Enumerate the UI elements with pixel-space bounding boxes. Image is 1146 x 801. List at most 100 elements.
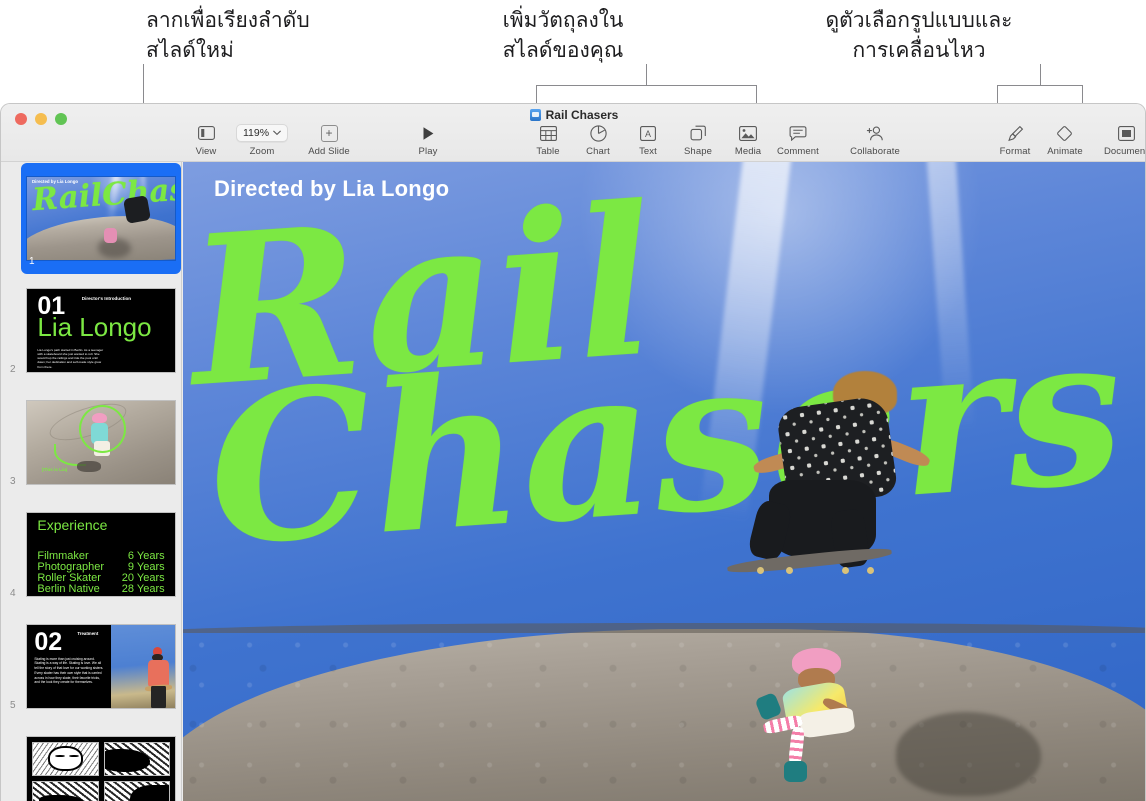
callout-leader-1 bbox=[143, 64, 144, 108]
current-slide[interactable]: Rail Chasers Directed by Lia Longo bbox=[183, 162, 1145, 801]
slide5-shirt bbox=[147, 660, 170, 688]
paintbrush-icon bbox=[1007, 122, 1024, 144]
slide4-row-value: 28 Years bbox=[121, 582, 165, 595]
add-slide-button[interactable]: + Add Slide bbox=[293, 122, 365, 157]
chevron-down-icon bbox=[273, 130, 281, 136]
toolbar-collaborate-group: Collaborate bbox=[839, 122, 911, 157]
slide5-photo bbox=[111, 625, 175, 708]
insert-chart-button[interactable]: Chart bbox=[573, 122, 623, 157]
list-item[interactable]: 02 Treatment Skating is more than just c… bbox=[27, 625, 175, 708]
play-button[interactable]: Play bbox=[403, 122, 453, 157]
insert-shape-button[interactable]: Shape bbox=[673, 122, 723, 157]
slide2-name: Lia Longo bbox=[37, 311, 152, 342]
list-item[interactable]: Experience Filmmaker 6 Years Photographe… bbox=[27, 513, 175, 596]
insert-comment-button[interactable]: Comment bbox=[773, 122, 823, 157]
slide5-pants bbox=[151, 685, 166, 708]
callout-format-animate: ดูตัวเลือกรูปแบบและ การเคลื่อนไหว bbox=[825, 9, 1013, 62]
slide2-body: Lia Longo's path started in Berlin. As a… bbox=[37, 347, 104, 369]
callout-leader-2 bbox=[646, 64, 647, 85]
callout-reorder-slides: ลากเพื่อเรียงลำดับ สไลด์ใหม่ bbox=[146, 9, 310, 62]
document-button[interactable]: Document bbox=[1090, 122, 1146, 157]
photo-icon bbox=[739, 122, 757, 144]
insert-media-button[interactable]: Media bbox=[723, 122, 773, 157]
comic-panel bbox=[103, 742, 170, 776]
comic-panel bbox=[32, 742, 99, 776]
insert-chart-label: Chart bbox=[586, 146, 610, 157]
svg-text:A: A bbox=[645, 129, 651, 139]
insert-comment-label: Comment bbox=[777, 146, 819, 157]
document-label: Document bbox=[1103, 146, 1146, 157]
shapes-overlap-icon bbox=[690, 122, 707, 144]
zoom-select[interactable]: 119% bbox=[235, 124, 289, 142]
slide-navigator[interactable]: RailChasers Directed by Lia Longo 1 01 D… bbox=[1, 162, 182, 801]
slide4-row-label: Berlin Native bbox=[37, 582, 100, 595]
document-title: Rail Chasers bbox=[1, 108, 1145, 122]
slide4-title: Experience bbox=[37, 517, 108, 534]
slide-canvas-area[interactable]: Rail Chasers Directed by Lia Longo bbox=[183, 162, 1145, 801]
toolbar: Rail Chasers View 119% Zoom + Add Slide … bbox=[1, 104, 1146, 162]
slide-credit-text[interactable]: Directed by Lia Longo bbox=[214, 176, 449, 202]
bowl-cast-shadow bbox=[896, 712, 1041, 796]
slide1-skater-sit bbox=[103, 228, 118, 243]
callout-bracket-2 bbox=[536, 85, 757, 104]
list-item[interactable] bbox=[27, 737, 175, 801]
slide5-kicker: Treatment bbox=[77, 630, 99, 636]
slide6-comic-grid bbox=[27, 737, 175, 801]
insert-text-button[interactable]: A Text bbox=[623, 122, 673, 157]
roller-skater-figure bbox=[752, 648, 887, 789]
insert-media-label: Media bbox=[734, 146, 762, 157]
collaborate-button[interactable]: Collaborate bbox=[839, 122, 911, 157]
slide1-skater-air bbox=[122, 195, 151, 224]
skateboarder-figure bbox=[723, 367, 935, 585]
callout-add-objects: เพิ่มวัตถุลงใน สไลด์ของคุณ bbox=[502, 9, 624, 62]
insert-table-button[interactable]: Table bbox=[523, 122, 573, 157]
person-add-icon bbox=[866, 122, 885, 144]
slide5-body: Skating is more than just cruising aroun… bbox=[34, 656, 104, 685]
play-triangle-icon bbox=[422, 122, 435, 144]
diamond-outline-icon bbox=[1056, 122, 1074, 144]
format-button[interactable]: Format bbox=[990, 122, 1040, 157]
zoom-control[interactable]: 119% Zoom bbox=[231, 122, 293, 157]
plus-in-box-icon: + bbox=[320, 124, 338, 142]
slide3-annotation: (This is Lia) bbox=[41, 467, 68, 473]
animate-button[interactable]: Animate bbox=[1040, 122, 1090, 157]
insert-table-label: Table bbox=[536, 146, 560, 157]
view-label: View bbox=[195, 146, 217, 157]
callout-leader-3 bbox=[1040, 64, 1041, 85]
toolbar-left-group: View 119% Zoom + Add Slide bbox=[181, 122, 365, 157]
list-item[interactable]: RailChasers Directed by Lia Longo bbox=[27, 177, 175, 260]
insert-text-label: Text bbox=[639, 146, 657, 157]
slide-number: 5 bbox=[10, 700, 16, 711]
document-panel-icon bbox=[1117, 122, 1135, 144]
slide3-shadow bbox=[77, 460, 101, 473]
slide5-number-label: 02 bbox=[34, 627, 63, 656]
animate-label: Animate bbox=[1047, 146, 1083, 157]
speech-bubble-icon bbox=[789, 122, 807, 144]
slide-number: 1 bbox=[29, 256, 35, 267]
table-row: Berlin Native 28 Years bbox=[37, 583, 164, 595]
zoom-value: 119% bbox=[242, 127, 270, 139]
document-title-text: Rail Chasers bbox=[545, 108, 619, 122]
table-grid-icon bbox=[539, 122, 557, 144]
toolbar-play-group: Play bbox=[403, 122, 453, 157]
slide2-kicker: Director's Introduction bbox=[81, 295, 132, 301]
insert-shape-label: Shape bbox=[684, 146, 712, 157]
view-button[interactable]: View bbox=[181, 122, 231, 157]
collaborate-label: Collaborate bbox=[850, 146, 900, 157]
add-slide-label: Add Slide bbox=[308, 146, 350, 157]
list-item[interactable]: (This is Lia) bbox=[27, 401, 175, 484]
comic-panel bbox=[103, 781, 170, 801]
roller-skate bbox=[784, 761, 808, 783]
keynote-document-icon bbox=[529, 109, 541, 121]
sidebar-panel-icon bbox=[197, 122, 215, 144]
slide1-credit: Directed by Lia Longo bbox=[32, 179, 79, 184]
callout-bracket-3 bbox=[997, 85, 1083, 104]
roller-skate bbox=[754, 692, 783, 722]
keynote-window: Rail Chasers View 119% Zoom + Add Slide … bbox=[0, 103, 1146, 801]
toolbar-right-group: Format Animate Document bbox=[990, 122, 1146, 157]
roller-skater-shorts bbox=[798, 706, 856, 740]
list-item[interactable]: 01 Director's Introduction Lia Longo Lia… bbox=[27, 289, 175, 372]
comic-panel bbox=[32, 781, 99, 801]
toolbar-insert-group: Table Chart A Text Shape Media Comment bbox=[523, 122, 823, 157]
zoom-label: Zoom bbox=[249, 146, 275, 157]
